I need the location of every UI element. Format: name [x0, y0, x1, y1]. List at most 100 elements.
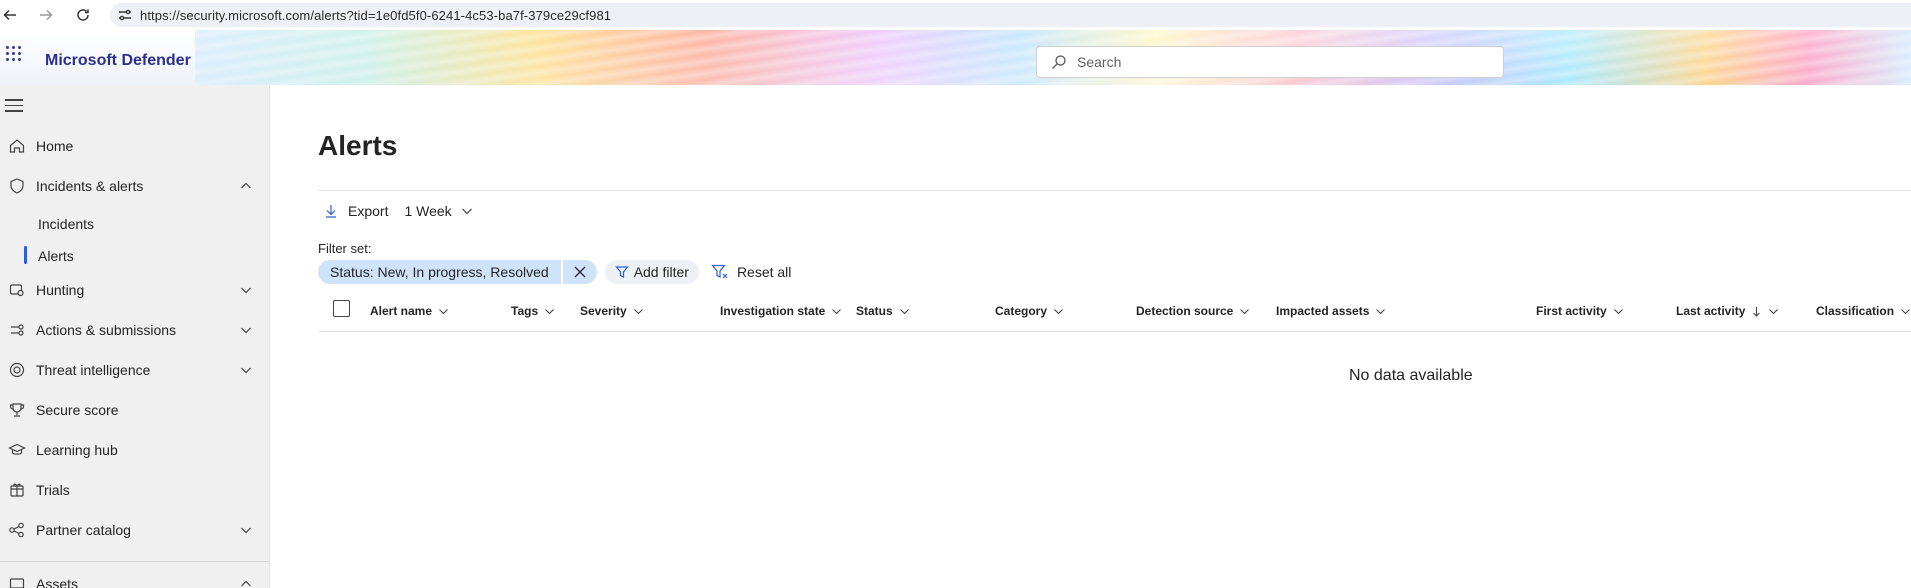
sidebar-nav: Home Incidents & alerts Incidents Alerts… — [0, 85, 270, 588]
app-launcher-icon[interactable] — [4, 44, 22, 62]
column-label: Severity — [580, 304, 627, 318]
chevron-down-icon — [1769, 308, 1779, 314]
column-header-investigation-state[interactable]: Investigation state — [720, 304, 842, 318]
column-label: Detection source — [1136, 304, 1234, 318]
sort-descending-icon — [1753, 306, 1761, 317]
sidebar-item-partner-catalog[interactable]: Partner catalog — [0, 513, 269, 547]
collapse-nav-icon[interactable] — [5, 99, 23, 113]
column-header-tags[interactable]: Tags — [511, 304, 555, 318]
add-filter-button[interactable]: Add filter — [604, 260, 699, 284]
reload-button[interactable] — [65, 0, 101, 30]
sidebar-item-label: Partner catalog — [36, 522, 131, 538]
chevron-up-icon — [241, 182, 251, 189]
column-header-status[interactable]: Status — [856, 304, 910, 318]
sidebar-item-label: Actions & submissions — [36, 322, 177, 338]
sidebar-item-label: Home — [36, 138, 74, 154]
search-icon — [1052, 55, 1066, 69]
chevron-down-icon — [1240, 308, 1250, 314]
chevron-down-icon — [633, 308, 643, 314]
empty-state-message: No data available — [1349, 367, 1473, 384]
time-range-dropdown[interactable]: 1 Week — [404, 203, 473, 219]
hunting-icon — [9, 284, 24, 297]
time-range-label: 1 Week — [404, 203, 452, 219]
main-content: Alerts Export 1 Week Filter set: Status:… — [271, 85, 1911, 588]
status-filter-value: New, In progress, Resolved — [377, 264, 549, 280]
chevron-up-icon — [241, 580, 251, 587]
chevron-down-icon — [241, 327, 251, 334]
column-header-last-activity[interactable]: Last activity — [1676, 304, 1779, 318]
url-text: https://security.microsoft.com/alerts?ti… — [140, 7, 612, 23]
sidebar-divider — [0, 561, 269, 562]
export-label: Export — [348, 203, 389, 219]
column-header-severity[interactable]: Severity — [580, 304, 644, 318]
column-header-first-activity[interactable]: First activity — [1536, 304, 1624, 318]
download-icon — [326, 205, 336, 218]
address-bar[interactable]: https://security.microsoft.com/alerts?ti… — [110, 3, 1911, 27]
search-input[interactable]: Search — [1036, 46, 1504, 78]
brand-title[interactable]: Microsoft Defender — [45, 52, 191, 70]
threat-intel-icon — [9, 362, 25, 378]
export-button[interactable]: Export — [324, 203, 388, 219]
sidebar-item-learning-hub[interactable]: Learning hub — [0, 433, 269, 467]
column-header-detection-source[interactable]: Detection source — [1136, 304, 1250, 318]
sidebar-item-label: Hunting — [36, 282, 85, 298]
reset-all-label: Reset all — [736, 264, 792, 280]
column-label: Category — [995, 304, 1048, 318]
command-bar: Export 1 Week — [324, 203, 490, 219]
sidebar-item-actions-submissions[interactable]: Actions & submissions — [0, 313, 269, 347]
trophy-icon — [9, 403, 25, 417]
chevron-down-icon — [1376, 308, 1386, 314]
chevron-down-icon — [439, 308, 448, 314]
sidebar-item-home[interactable]: Home — [0, 129, 269, 163]
page-title: Alerts — [318, 130, 398, 161]
chevron-down-icon — [899, 308, 909, 314]
sidebar-subitem-incidents[interactable]: Incidents — [38, 216, 94, 232]
chevron-down-icon — [545, 308, 555, 314]
close-icon — [574, 266, 586, 278]
column-label: First activity — [1536, 304, 1607, 318]
trials-icon — [10, 483, 24, 497]
chevron-down-icon — [241, 367, 251, 374]
site-settings-icon[interactable] — [110, 3, 140, 27]
column-label: Classification — [1816, 304, 1895, 318]
column-header-impacted-assets[interactable]: Impacted assets — [1276, 304, 1386, 318]
forward-button[interactable] — [28, 0, 64, 30]
chevron-down-icon — [1054, 308, 1063, 314]
learning-icon — [8, 443, 26, 455]
search-placeholder: Search — [1077, 54, 1122, 70]
sidebar-subitem-alerts[interactable]: Alerts — [38, 248, 74, 264]
sidebar-item-label: Assets — [36, 576, 79, 588]
filter-row: Status: New, In progress, Resolved Add f… — [318, 260, 791, 284]
status-filter-pill[interactable]: Status: New, In progress, Resolved — [318, 260, 561, 284]
arrow-left-icon — [3, 9, 16, 21]
column-label: Impacted assets — [1276, 304, 1370, 318]
select-all-checkbox[interactable] — [333, 300, 350, 317]
sidebar-item-threat-intelligence[interactable]: Threat intelligence — [0, 353, 269, 387]
reset-all-button[interactable]: Reset all — [711, 263, 791, 281]
sidebar-item-label: Threat intelligence — [36, 362, 151, 378]
column-header-alert-name[interactable]: Alert name — [370, 304, 449, 318]
sidebar-item-label: Incidents & alerts — [36, 178, 144, 194]
column-label: Tags — [511, 304, 539, 318]
home-icon — [9, 139, 25, 153]
column-header-category[interactable]: Category — [995, 304, 1064, 318]
sidebar-item-hunting[interactable]: Hunting — [0, 273, 269, 307]
sidebar-item-trials[interactable]: Trials — [0, 473, 269, 507]
sidebar-item-incidents-alerts[interactable]: Incidents & alerts — [0, 169, 269, 203]
sidebar-item-label: Secure score — [36, 402, 119, 418]
column-header-classification[interactable]: Classification — [1816, 304, 1911, 318]
title-divider — [318, 190, 1911, 191]
chevron-down-icon — [1901, 308, 1910, 314]
back-button[interactable] — [0, 0, 28, 30]
sidebar-item-secure-score[interactable]: Secure score — [0, 393, 269, 427]
filter-clear-icon — [711, 264, 728, 279]
column-label: Last activity — [1676, 304, 1746, 318]
remove-filter-button[interactable] — [562, 260, 597, 284]
actions-icon — [11, 324, 24, 336]
add-filter-label: Add filter — [633, 264, 689, 280]
alerts-table-header: Alert name Tags Severity Investigation s… — [318, 290, 1911, 332]
sidebar-item-assets[interactable]: Assets — [0, 567, 269, 588]
shield-icon — [10, 178, 24, 194]
browser-toolbar: https://security.microsoft.com/alerts?ti… — [0, 0, 1911, 30]
assets-icon — [9, 578, 25, 588]
